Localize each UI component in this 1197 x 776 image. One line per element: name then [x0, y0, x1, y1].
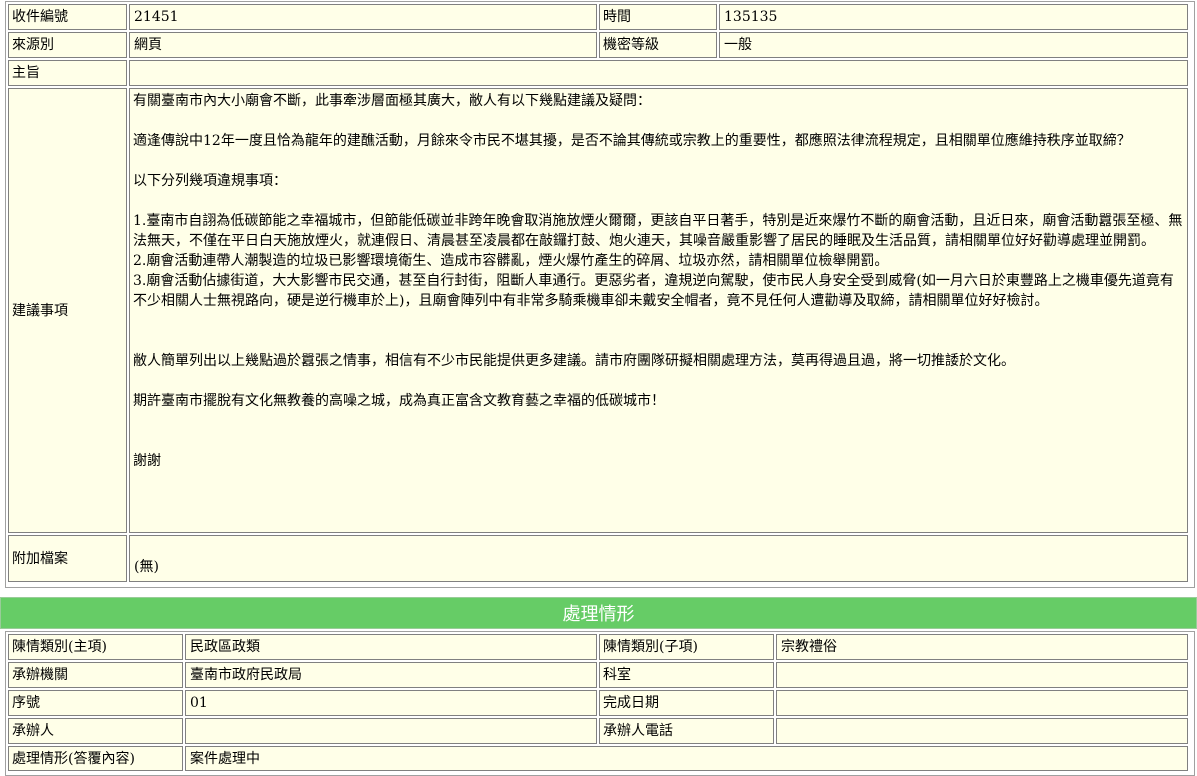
time-value: 135135 — [719, 4, 1188, 30]
time-label: 時間 — [599, 4, 717, 30]
suggestion-paragraph: 3.廟會活動佔據街道，大大影響市民交通，甚至自行封街，阻斷人車通行。更惡劣者，違… — [133, 273, 1174, 309]
section-value — [776, 662, 1188, 688]
secrecy-value: 一般 — [719, 32, 1188, 58]
secrecy-label: 機密等級 — [599, 32, 717, 58]
agency-label: 承辦機關 — [8, 662, 183, 688]
category-sub-value: 宗教禮俗 — [776, 634, 1188, 660]
processing-title: 處理情形 — [562, 604, 635, 625]
category-main-value: 民政區政類 — [185, 634, 597, 660]
suggestion-paragraph: 期許臺南市擺脫有文化無教養的高噪之城，成為真正富含文教育藝之幸福的低碳城市！ — [133, 393, 665, 409]
handler-phone-value — [776, 718, 1188, 744]
reply-label: 處理情形(答覆內容) — [8, 746, 183, 771]
seq-value: 01 — [185, 690, 597, 716]
subject-value — [129, 60, 1188, 86]
suggestion-paragraph: 適逢傳說中12年一度且恰為龍年的建醮活動，月餘來令市民不堪其擾，是否不論其傳統或… — [133, 133, 1131, 149]
handler-label: 承辦人 — [8, 718, 183, 744]
suggestion-label: 建議事項 — [8, 88, 127, 533]
reply-value: 案件處理中 — [185, 746, 1188, 771]
suggestion-paragraph: 有關臺南市內大小廟會不斷，此事牽涉層面極其廣大，敝人有以下幾點建議及疑問： — [133, 93, 651, 109]
category-main-label: 陳情類別(主項) — [8, 634, 183, 660]
receipt-no-value: 21451 — [129, 4, 597, 30]
subject-label: 主旨 — [8, 60, 127, 86]
source-label: 來源別 — [8, 32, 127, 58]
attachment-label: 附加檔案 — [8, 535, 127, 582]
suggestion-paragraph: 以下分列幾項違規事項： — [133, 173, 287, 189]
suggestion-paragraph: 2.廟會活動連帶人潮製造的垃圾已影響環境衛生、造成市容髒亂，煙火爆竹產生的碎屑、… — [133, 253, 889, 269]
suggestion-paragraph: 謝謝 — [133, 453, 161, 469]
done-date-value — [776, 690, 1188, 716]
suggestion-content: 有關臺南市內大小廟會不斷，此事牽涉層面極其廣大，敝人有以下幾點建議及疑問： 適逢… — [129, 88, 1188, 533]
handler-phone-label: 承辦人電話 — [599, 718, 774, 744]
seq-label: 序號 — [8, 690, 183, 716]
category-sub-label: 陳情類別(子項) — [599, 634, 774, 660]
suggestion-paragraph: 1.臺南市自詡為低碳節能之幸福城市，但節能低碳並非跨年晚會取消施放煙火爾爾，更該… — [133, 213, 1183, 249]
handler-value — [185, 718, 597, 744]
processing-title-banner: 處理情形 — [0, 597, 1197, 629]
source-value: 網頁 — [129, 32, 597, 58]
attachment-value: (無) — [129, 535, 1188, 582]
suggestion-paragraph: 敝人簡單列出以上幾點過於囂張之情事，相信有不少市民能提供更多建議。請市府團隊研擬… — [133, 353, 1015, 369]
attachment-label-text: 附加檔案 — [12, 550, 68, 567]
done-date-label: 完成日期 — [599, 690, 774, 716]
suggestion-label-text: 建議事項 — [12, 302, 68, 319]
attachment-text: (無) — [134, 559, 159, 575]
receipt-no-label: 收件編號 — [8, 4, 127, 30]
agency-value: 臺南市政府民政局 — [185, 662, 597, 688]
section-label: 科室 — [599, 662, 774, 688]
